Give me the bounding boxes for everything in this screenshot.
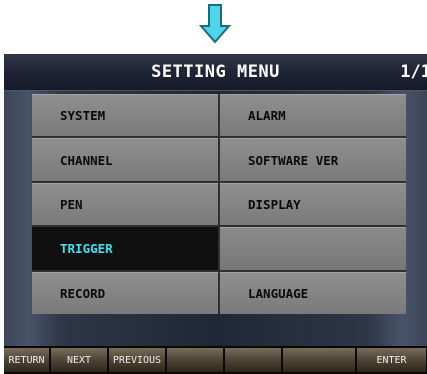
menu-panel: SYSTEM ALARM CHANNEL SOFTWARE VER PEN DI… [4, 91, 427, 346]
menu-item-alarm[interactable]: ALARM [220, 94, 406, 137]
menu-item-software-ver[interactable]: SOFTWARE VER [220, 138, 406, 181]
page-indicator: 1/1 [400, 62, 427, 82]
menu-item-system[interactable]: SYSTEM [32, 94, 218, 137]
menu-item-channel[interactable]: CHANNEL [32, 138, 218, 181]
menu-grid: SYSTEM ALARM CHANNEL SOFTWARE VER PEN DI… [32, 94, 406, 314]
next-softkey[interactable]: NEXT [50, 348, 108, 372]
menu-item-trigger[interactable]: TRIGGER [32, 227, 218, 270]
softkey-6[interactable] [282, 348, 356, 372]
menu-item-record[interactable]: RECORD [32, 271, 218, 314]
menu-item-pen[interactable]: PEN [32, 182, 218, 226]
softkey-bar: RETURN NEXT PREVIOUS ENTER [4, 346, 427, 374]
softkey-4[interactable] [166, 348, 224, 372]
previous-softkey[interactable]: PREVIOUS [108, 348, 166, 372]
enter-softkey[interactable]: ENTER [356, 348, 427, 372]
menu-item-empty [220, 227, 406, 270]
title-bar: SETTING MENU 1/1 [4, 54, 427, 91]
return-softkey[interactable]: RETURN [4, 348, 50, 372]
menu-item-language[interactable]: LANGUAGE [220, 271, 406, 314]
softkey-5[interactable] [224, 348, 282, 372]
down-arrow-icon [199, 4, 231, 44]
setting-menu-screen: SETTING MENU 1/1 SYSTEM ALARM CHANNEL SO… [4, 54, 427, 374]
menu-item-display[interactable]: DISPLAY [220, 182, 406, 226]
screen-title: SETTING MENU [151, 62, 280, 82]
